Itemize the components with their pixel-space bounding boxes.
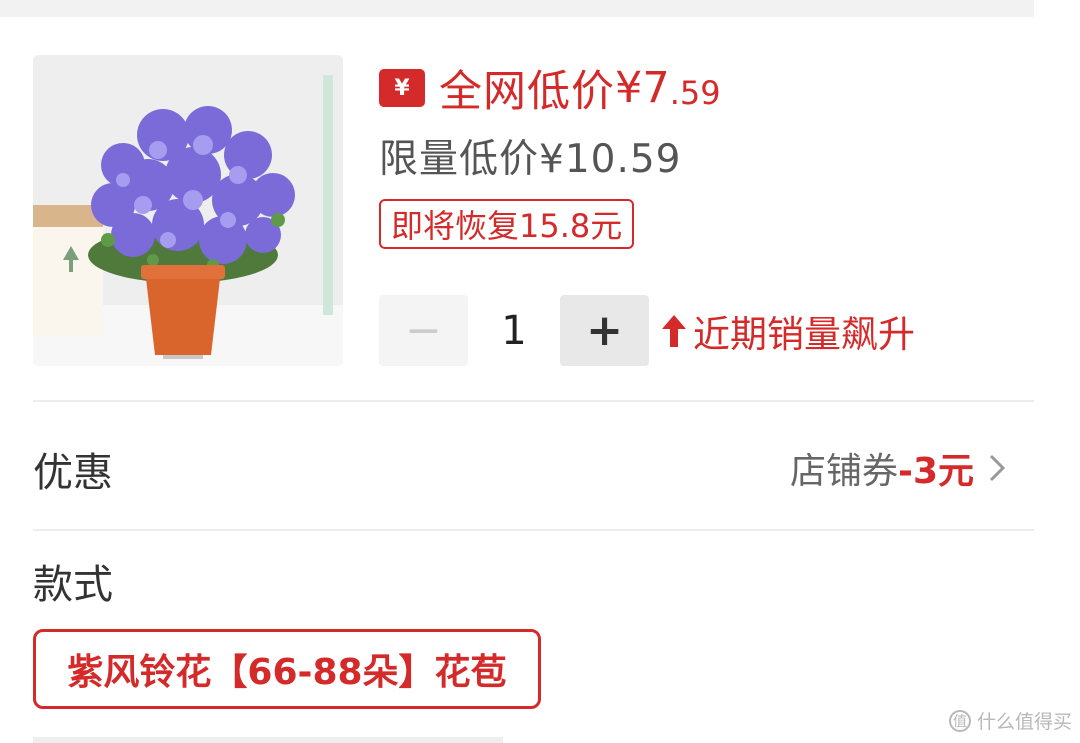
restore-price-tag: 即将恢复15.8元: [379, 199, 635, 249]
watermark-logo-icon: 值: [948, 709, 971, 732]
rising-arrow-icon: [661, 314, 687, 348]
style-label: 款式: [33, 562, 113, 608]
watermark-text: 什么值得买: [976, 711, 1072, 733]
divider: [33, 529, 1034, 531]
sales-trend: 近期销量飙升: [661, 304, 915, 358]
style-option-text: 紫风铃花【66-88朵】花苞: [67, 652, 507, 693]
sales-trend-text: 近期销量飙升: [693, 312, 915, 356]
chevron-right-icon: [988, 453, 1006, 483]
style-option-selected[interactable]: 紫风铃花【66-88朵】花苞: [33, 629, 541, 709]
right-margin: [1034, 0, 1080, 743]
price-currency: ¥: [615, 63, 643, 113]
restore-price-text: 即将恢复15.8元: [391, 207, 623, 245]
watermark: 值 什么值得买: [948, 707, 1072, 734]
product-image[interactable]: [33, 55, 343, 366]
store-coupon-row[interactable]: 店铺券 -3元: [790, 440, 1006, 496]
discount-label: 优惠: [33, 450, 113, 496]
limited-price: 限量低价¥10.59: [379, 137, 682, 182]
promo-price-line: ¥ 全网低价 ¥ 7 .59: [379, 56, 721, 120]
yuan-badge-symbol: ¥: [394, 75, 410, 101]
plus-icon: +: [586, 305, 623, 356]
bottom-edge: [33, 737, 503, 743]
increase-quantity-button[interactable]: +: [560, 295, 649, 366]
price-integer: 7: [642, 63, 670, 113]
price-decimal: .59: [669, 74, 721, 112]
quantity-value[interactable]: 1: [468, 308, 560, 354]
coupon-amount: -3元: [898, 451, 974, 492]
top-strip: [0, 0, 1034, 17]
divider: [33, 400, 1034, 402]
decrease-quantity-button[interactable]: −: [379, 295, 468, 366]
bellflower-illustration: [33, 55, 343, 366]
promo-price-label: 全网低价: [439, 67, 615, 117]
coupon-prefix: 店铺券: [789, 451, 898, 492]
yuan-badge-icon: ¥: [379, 69, 425, 107]
quantity-stepper: − 1 + 近期销量飙升: [379, 295, 915, 366]
minus-icon: −: [405, 305, 442, 356]
